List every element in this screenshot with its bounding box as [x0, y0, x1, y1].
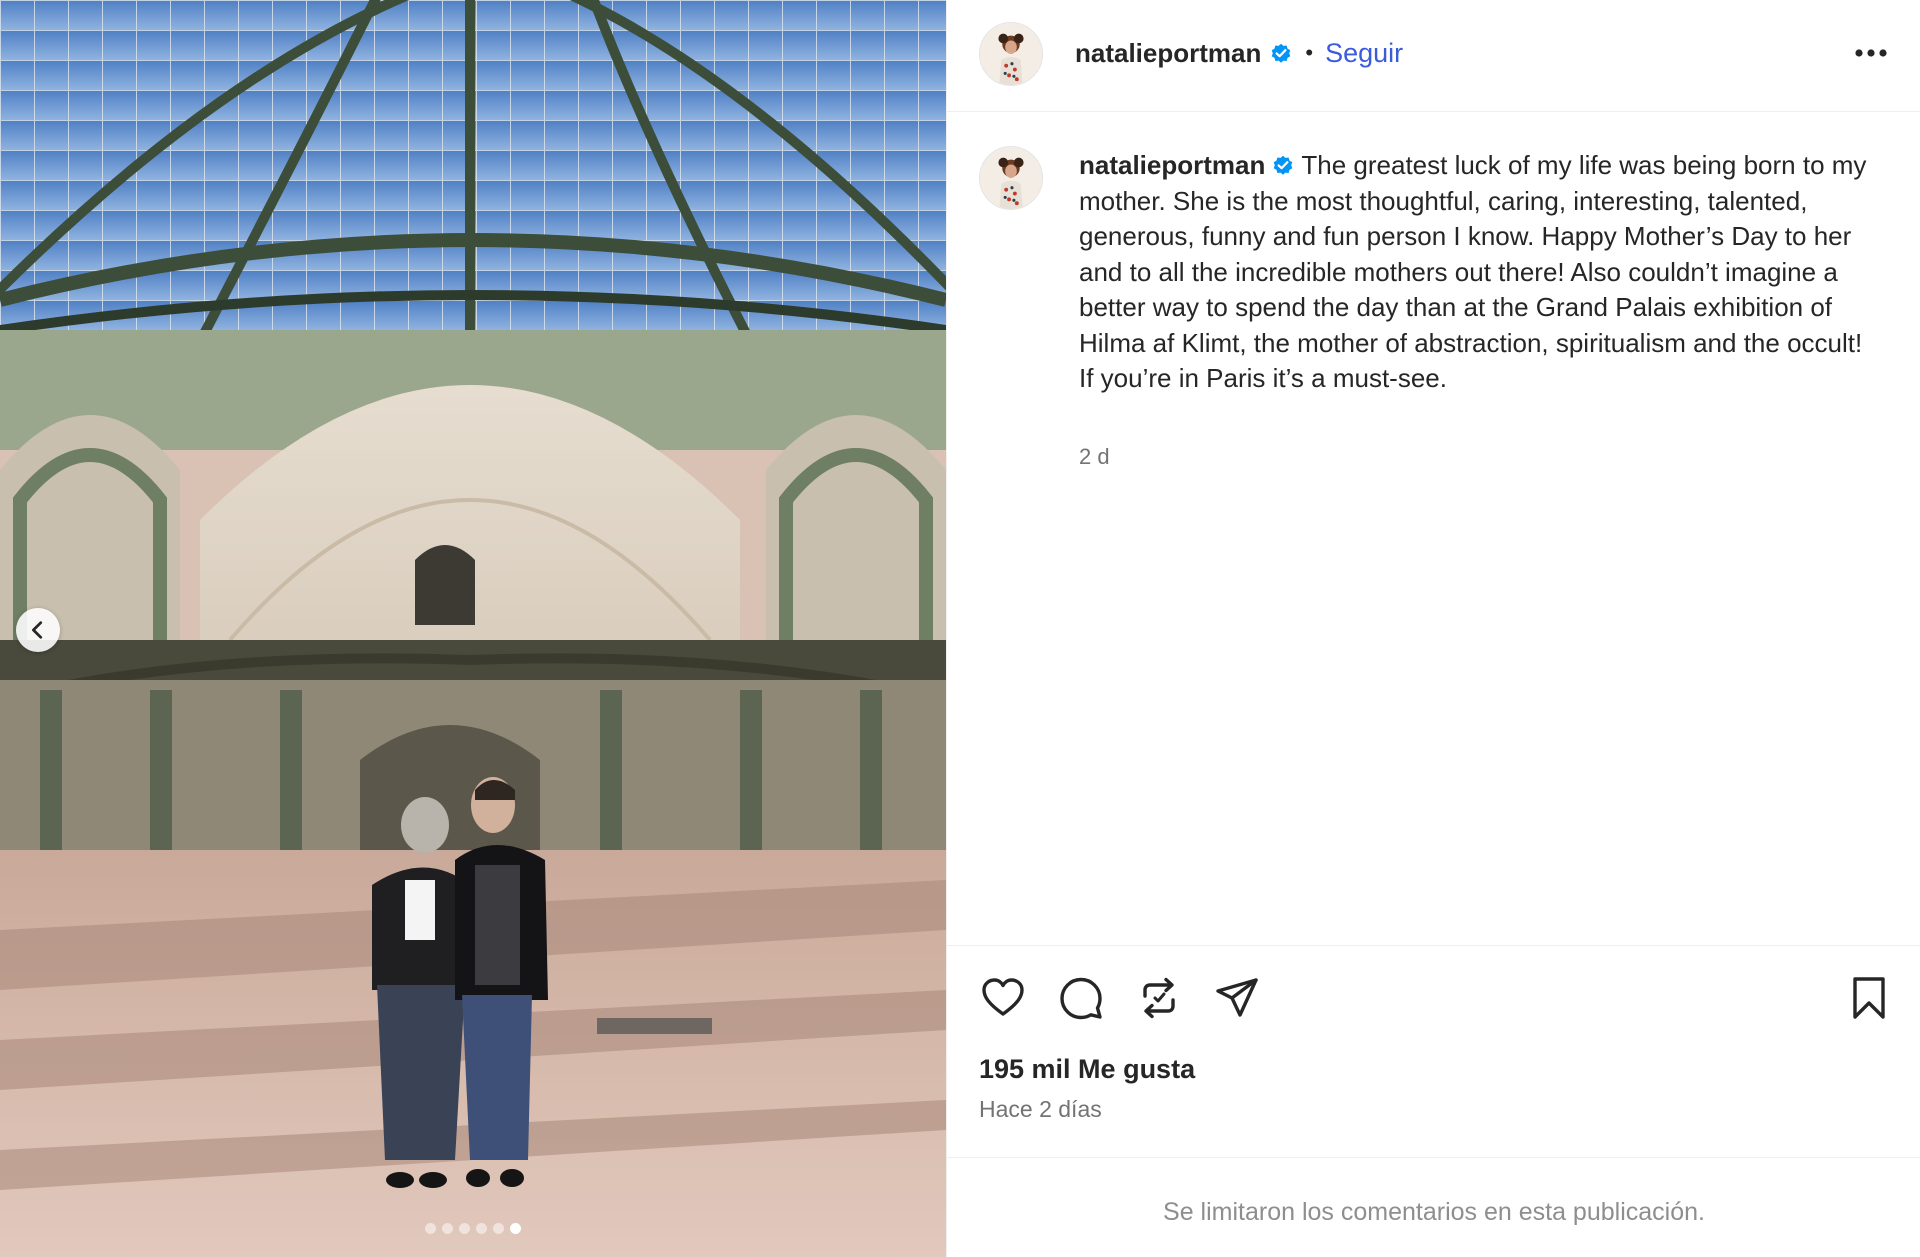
likes-count[interactable]: 195 mil Me gusta	[979, 1054, 1195, 1085]
follow-button[interactable]: Seguir	[1325, 38, 1403, 69]
caption-text: The greatest luck of my life was being b…	[1079, 150, 1867, 393]
caption-area: natalieportman The greatest luck of my li…	[947, 112, 1920, 942]
verified-badge-icon	[1269, 41, 1293, 65]
avatar-image	[980, 147, 1042, 209]
divider	[947, 1157, 1920, 1158]
post-photo	[0, 0, 946, 1257]
repost-icon	[1143, 977, 1175, 1019]
save-button[interactable]	[1843, 972, 1895, 1024]
carousel-dot	[442, 1223, 453, 1234]
caption-timestamp: 2 d	[1079, 444, 1110, 469]
heart-icon	[982, 978, 1024, 1016]
post-header: natalieportman • Seguir	[947, 0, 1920, 112]
post-caption: natalieportman The greatest luck of my li…	[1079, 148, 1879, 397]
bookmark-icon	[1853, 977, 1885, 1019]
avatar[interactable]	[979, 22, 1043, 86]
carousel-indicator	[0, 1223, 946, 1234]
post-panel: natalieportman • Seguir natalieportman T…	[946, 0, 1920, 1257]
like-button[interactable]	[977, 972, 1029, 1024]
repost-button[interactable]	[1133, 972, 1185, 1024]
caption-avatar[interactable]	[979, 146, 1043, 210]
post-date: Hace 2 días	[979, 1096, 1102, 1122]
carousel-dot	[459, 1223, 470, 1234]
caption-username[interactable]: natalieportman	[1079, 150, 1265, 180]
share-button[interactable]	[1211, 972, 1263, 1024]
header-user-row: natalieportman • Seguir	[1075, 36, 1403, 70]
carousel-dot-active	[510, 1223, 521, 1234]
verified-badge-icon	[1271, 153, 1295, 177]
more-options-icon	[1855, 49, 1887, 57]
comment-icon	[1060, 977, 1102, 1020]
carousel-dot	[493, 1223, 504, 1234]
divider	[947, 945, 1920, 946]
carousel-dot	[476, 1223, 487, 1234]
action-bar	[977, 972, 1897, 1028]
share-icon	[1216, 978, 1258, 1017]
comment-button[interactable]	[1055, 972, 1107, 1024]
header-username[interactable]: natalieportman	[1075, 38, 1261, 69]
carousel-dot	[425, 1223, 436, 1234]
carousel-prev-button[interactable]	[16, 608, 60, 652]
post-media[interactable]	[0, 0, 946, 1257]
separator-dot: •	[1305, 40, 1314, 65]
comments-limited-notice: Se limitaron los comentarios en esta pub…	[1163, 1198, 1705, 1226]
more-options-button[interactable]	[1851, 36, 1891, 70]
chevron-left-icon	[32, 621, 43, 639]
avatar-image	[980, 23, 1042, 85]
